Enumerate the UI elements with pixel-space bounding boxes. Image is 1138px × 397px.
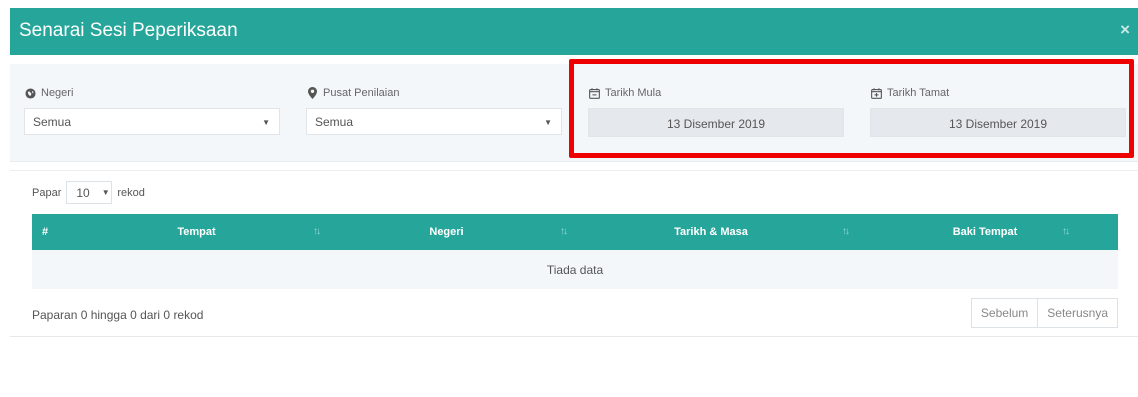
pusat-select[interactable]: Semua ▼ [306,108,562,135]
column-header-label: Baki Tempat [952,226,1018,238]
column-header-label: Tempat [177,226,216,238]
column-header-tarikh-masa[interactable]: Tarikh & Masa ↑↓ [570,214,852,250]
sort-icon: ↑↓ [1062,226,1070,237]
table-header-row: # Tempat ↑↓ Negeri ↑↓ Tarikh & Masa ↑↓ B… [32,214,1118,250]
column-header-baki-tempat[interactable]: Baki Tempat ↑↓ [852,214,1118,250]
sort-asc-icon: ↑↓ [842,226,850,237]
filter-panel: Negeri Semua ▼ Pusat Penilaian Semua ▼ T… [10,64,1138,162]
sort-icon: ↑↓ [313,226,321,237]
column-header-negeri[interactable]: Negeri ↑↓ [323,214,570,250]
modal-header: Senarai Sesi Peperiksaan × [10,8,1138,55]
column-header-tempat[interactable]: Tempat ↑↓ [70,214,323,250]
page-length-control: Papar 10 ▼ rekod [32,181,145,204]
table-row-empty: Tiada data [32,250,1118,289]
column-header-label: Negeri [429,226,464,238]
filter-tarikh-mula-label: Tarikh Mula [605,87,662,99]
previous-page-button[interactable]: Sebelum [970,298,1039,328]
filter-pusat: Pusat Penilaian Semua ▼ [306,86,562,135]
sort-icon: ↑↓ [560,226,568,237]
caret-down-icon: ▼ [544,118,552,127]
content-panel: Papar 10 ▼ rekod # Tempat ↑↓ Negeri ↑↓ T… [10,170,1138,337]
calendar-minus-icon [588,87,600,99]
tarikh-mula-input[interactable]: 13 Disember 2019 [588,108,844,137]
page: Senarai Sesi Peperiksaan × Negeri Semua … [0,0,1138,397]
column-header-label: Tarikh & Masa [674,226,748,238]
negeri-select-value: Semua [33,115,72,129]
page-length-select[interactable]: 10 ▼ [66,181,113,204]
column-header-label: # [42,226,49,238]
next-page-button[interactable]: Seterusnya [1038,298,1118,328]
filter-tarikh-mula-label-row: Tarikh Mula [588,86,844,100]
filter-negeri-label: Negeri [41,87,74,99]
filter-tarikh-tamat-label: Tarikh Tamat [887,87,950,99]
filter-tarikh-mula: Tarikh Mula 13 Disember 2019 [588,86,844,137]
page-length-prefix: Papar [32,186,62,199]
globe-icon [24,87,36,99]
column-header-number[interactable]: # [32,214,70,250]
tarikh-tamat-input[interactable]: 13 Disember 2019 [870,108,1126,137]
filter-negeri-label-row: Negeri [24,86,280,100]
filter-tarikh-tamat: Tarikh Tamat 13 Disember 2019 [870,86,1126,137]
empty-table-message: Tiada data [546,262,604,277]
close-icon[interactable]: × [1120,20,1130,40]
filter-pusat-label-row: Pusat Penilaian [306,86,562,100]
filter-tarikh-tamat-label-row: Tarikh Tamat [870,86,1126,100]
session-table: # Tempat ↑↓ Negeri ↑↓ Tarikh & Masa ↑↓ B… [32,214,1118,289]
calendar-plus-icon [870,87,882,99]
filter-negeri: Negeri Semua ▼ [24,86,280,135]
page-length-value: 10 [76,185,90,200]
caret-down-icon: ▼ [262,118,270,127]
page-length-suffix: rekod [117,186,145,199]
table-info: Paparan 0 hingga 0 dari 0 rekod [32,308,204,322]
modal-title: Senarai Sesi Peperiksaan [19,20,238,41]
caret-down-icon: ▼ [101,188,110,197]
map-marker-icon [306,87,318,99]
pagination: Sebelum Seterusnya [970,298,1118,328]
negeri-select[interactable]: Semua ▼ [24,108,280,135]
pusat-select-value: Semua [315,115,354,129]
filter-pusat-label: Pusat Penilaian [323,87,400,99]
